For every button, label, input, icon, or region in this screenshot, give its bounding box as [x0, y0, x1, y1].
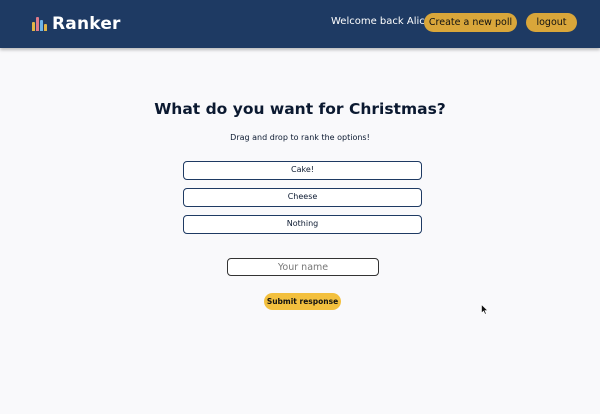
bar-chart-icon	[32, 17, 47, 31]
rank-option[interactable]: Cheese	[183, 188, 422, 207]
brand[interactable]: Ranker	[32, 12, 121, 36]
logout-button[interactable]: logout	[526, 13, 577, 32]
rank-option[interactable]: Cake!	[183, 161, 422, 180]
rank-option[interactable]: Nothing	[183, 215, 422, 234]
name-input[interactable]	[227, 258, 379, 276]
mouse-pointer-icon	[481, 304, 489, 315]
top-navbar: Ranker Welcome back Alice! Create a new …	[0, 0, 600, 48]
welcome-message: Welcome back Alice!	[331, 16, 435, 27]
poll-instructions: Drag and drop to rank the options!	[230, 133, 370, 142]
poll-question: What do you want for Christmas?	[154, 100, 446, 118]
create-poll-button[interactable]: Create a new poll	[424, 13, 517, 32]
brand-name: Ranker	[52, 14, 121, 34]
submit-response-button[interactable]: Submit response	[264, 293, 341, 310]
